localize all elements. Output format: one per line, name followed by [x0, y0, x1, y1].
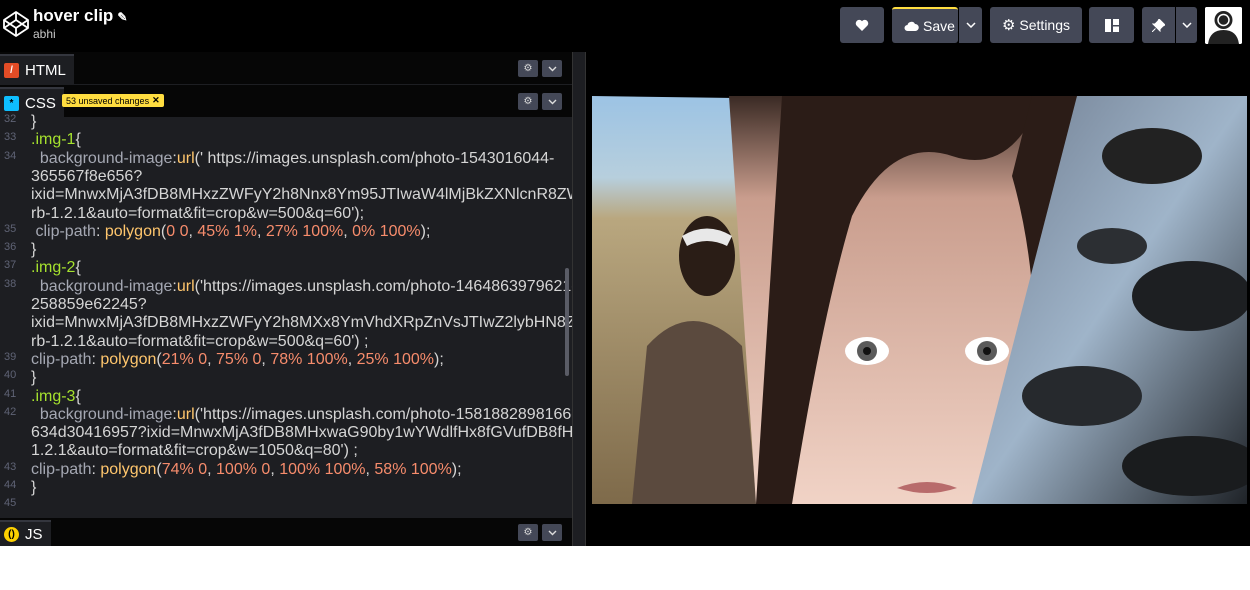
line-number: 38 — [4, 277, 17, 290]
html-panel-header: / HTML ⚙ — [0, 52, 572, 84]
line-number: 40 — [4, 369, 17, 382]
css-collapse-button[interactable] — [542, 93, 562, 110]
code-line: 258859e62245? — [31, 296, 147, 313]
user-avatar[interactable] — [1205, 7, 1242, 44]
cloud-icon — [904, 21, 919, 31]
codepen-app: hover clip ✎ abhi Save ⚙ Settings / HTML… — [0, 0, 1250, 546]
line-number: 45 — [4, 497, 17, 510]
save-options-button[interactable] — [959, 7, 982, 43]
settings-button[interactable]: ⚙ Settings — [990, 7, 1082, 43]
unsaved-changes-text: 53 unsaved changes — [66, 95, 150, 106]
line-number: 33 — [4, 131, 17, 144]
line-number: 32 — [4, 113, 17, 125]
pen-title-text: hover clip — [33, 6, 114, 25]
css-tab-label: CSS — [25, 94, 56, 112]
pencil-icon[interactable]: ✎ — [117, 10, 127, 24]
line-number: 42 — [4, 405, 17, 418]
html-collapse-button[interactable] — [542, 60, 562, 77]
line-number: 35 — [4, 222, 17, 235]
code-line: .img-3{ — [31, 387, 81, 405]
code-line: .img-1{ — [31, 131, 81, 149]
js-tab-label: JS — [25, 525, 43, 543]
code-line: background-image:url(' https://images.un… — [39, 149, 555, 167]
css-icon: * — [4, 95, 19, 111]
code-line: rb-1.2.1&auto=format&fit=crop&w=500&q=60… — [31, 332, 369, 350]
html-tab[interactable]: / HTML — [0, 54, 74, 84]
code-line: } — [31, 113, 37, 130]
code-line: .img-2{ — [31, 259, 81, 277]
settings-label: Settings — [1019, 17, 1071, 33]
line-number: 36 — [4, 241, 17, 254]
line-number: 37 — [4, 259, 17, 272]
js-collapse-button[interactable] — [542, 524, 562, 541]
avatar-icon — [1205, 7, 1242, 44]
pen-author[interactable]: abhi — [33, 27, 56, 41]
html-icon: / — [4, 62, 19, 78]
preview-panel — [586, 52, 1250, 546]
js-tab[interactable]: () JS — [0, 520, 51, 546]
code-line: background-image:url('https://images.uns… — [39, 277, 577, 295]
preview-stage — [592, 96, 1247, 504]
css-editor-scrollbar[interactable] — [565, 268, 569, 376]
code-line: clip-path: polygon(0 0, 45% 1%, 27% 100%… — [35, 222, 431, 240]
chevron-down-icon — [548, 99, 556, 104]
heart-icon — [855, 19, 869, 31]
code-line: 1.2.1&auto=format&fit=crop&w=1050&q=80')… — [31, 442, 358, 460]
code-line: } — [31, 369, 37, 387]
chevron-down-icon — [548, 530, 556, 535]
save-button[interactable]: Save — [892, 7, 958, 43]
code-line: rb-1.2.1&auto=format&fit=crop&w=500&q=60… — [31, 204, 365, 222]
css-settings-button[interactable]: ⚙ — [518, 93, 538, 110]
chevron-down-icon — [965, 22, 976, 28]
code-line: background-image:url('https://images.uns… — [39, 405, 577, 423]
pin-button[interactable] — [1142, 7, 1175, 43]
code-line: clip-path: polygon(74% 0, 100% 0, 100% 1… — [31, 460, 462, 478]
js-settings-button[interactable]: ⚙ — [518, 524, 538, 541]
line-number: 34 — [4, 149, 17, 162]
js-icon: () — [4, 526, 19, 542]
line-number: 39 — [4, 350, 17, 363]
chevron-down-icon — [548, 66, 556, 71]
js-panel-header: () JS ⚙ — [0, 518, 572, 546]
love-button[interactable] — [840, 7, 884, 43]
html-settings-button[interactable]: ⚙ — [518, 60, 538, 77]
panel-resizer[interactable] — [572, 52, 586, 546]
close-icon[interactable]: ✕ — [152, 95, 160, 106]
code-line: 634d30416957?ixid=MnwxMjA3fDB8MHxwaG90by… — [31, 424, 658, 442]
pen-title[interactable]: hover clip ✎ — [33, 6, 127, 26]
change-view-button[interactable] — [1089, 7, 1134, 43]
codepen-logo-icon[interactable] — [2, 10, 30, 38]
pin-icon — [1152, 18, 1165, 32]
save-label: Save — [923, 18, 955, 34]
layout-icon — [1104, 18, 1119, 32]
code-line: } — [31, 479, 37, 496]
html-tab-label: HTML — [25, 61, 66, 79]
gear-icon: ⚙ — [1001, 17, 1016, 34]
line-number: 41 — [4, 387, 17, 400]
line-number: 44 — [4, 479, 17, 491]
code-line: 365567f8e656? — [31, 167, 143, 185]
chevron-down-icon — [1181, 22, 1192, 28]
code-line: clip-path: polygon(21% 0, 75% 0, 78% 100… — [31, 350, 444, 368]
line-number: 43 — [4, 460, 17, 473]
code-line: } — [31, 241, 37, 259]
pin-options-button[interactable] — [1176, 7, 1197, 43]
css-code-editor[interactable]: 32} 33 .img-1{ 34 background-image:url(' ht… — [0, 110, 740, 516]
header: hover clip ✎ abhi Save ⚙ Settings — [0, 0, 1250, 52]
unsaved-changes-badge[interactable]: 53 unsaved changes ✕ — [62, 94, 164, 107]
